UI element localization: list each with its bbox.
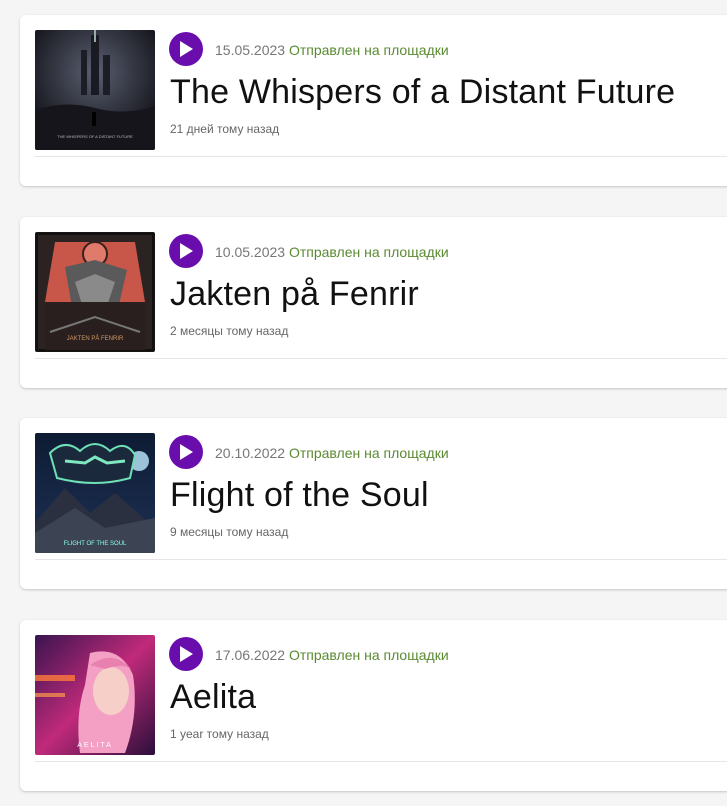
divider (35, 156, 727, 157)
release-card[interactable]: AELITA 17.06.2022 Отправлен на площадки … (20, 620, 727, 791)
release-date: 10.05.2023 (215, 244, 286, 260)
release-status: Отправлен на площадки (288, 647, 449, 663)
release-meta: 15.05.2023 Отправлен на площадки (215, 42, 449, 58)
play-icon (180, 646, 193, 662)
release-card[interactable]: FLIGHT OF THE SOUL 20.10.2022 Отправлен … (20, 418, 727, 589)
release-date: 15.05.2023 (215, 42, 286, 58)
album-cover[interactable]: JAKTEN PÅ FENRIR (35, 232, 155, 352)
svg-text:FLIGHT OF THE SOUL: FLIGHT OF THE SOUL (64, 541, 127, 547)
release-meta: 20.10.2022 Отправлен на площадки (215, 445, 449, 461)
release-age: 21 дней тому назад (170, 122, 280, 136)
release-card[interactable]: JAKTEN PÅ FENRIR 10.05.2023 Отправлен на… (20, 217, 727, 388)
album-cover[interactable]: FLIGHT OF THE SOUL (35, 433, 155, 553)
album-cover[interactable]: THE WHISPERS OF A DISTANT FUTURE (35, 30, 155, 150)
release-title[interactable]: Jakten på Fenrir (170, 275, 419, 314)
divider (35, 761, 727, 762)
play-button[interactable] (169, 435, 203, 469)
release-status: Отправлен на площадки (288, 42, 449, 58)
divider (35, 358, 727, 359)
release-card[interactable]: THE WHISPERS OF A DISTANT FUTURE 15.05.2… (20, 15, 727, 186)
release-age: 2 месяцы тому назад (170, 324, 289, 338)
release-status: Отправлен на площадки (288, 445, 449, 461)
release-title[interactable]: Flight of the Soul (170, 476, 429, 515)
play-button[interactable] (169, 32, 203, 66)
play-button[interactable] (169, 637, 203, 671)
play-button[interactable] (169, 234, 203, 268)
play-icon (180, 444, 193, 460)
svg-text:JAKTEN PÅ FENRIR: JAKTEN PÅ FENRIR (67, 335, 124, 342)
play-icon (180, 243, 193, 259)
release-age: 9 месяцы тому назад (170, 525, 289, 539)
svg-text:THE WHISPERS OF A DISTANT FUTU: THE WHISPERS OF A DISTANT FUTURE (57, 134, 133, 139)
album-cover[interactable]: AELITA (35, 635, 155, 755)
release-title[interactable]: The Whispers of a Distant Future (170, 73, 675, 112)
release-status: Отправлен на площадки (288, 244, 449, 260)
divider (35, 559, 727, 560)
release-date: 20.10.2022 (215, 445, 286, 461)
release-meta: 17.06.2022 Отправлен на площадки (215, 647, 449, 663)
release-title[interactable]: Aelita (170, 678, 256, 717)
release-age: 1 year тому назад (170, 727, 269, 741)
play-icon (180, 41, 193, 57)
release-date: 17.06.2022 (215, 647, 286, 663)
release-meta: 10.05.2023 Отправлен на площадки (215, 244, 449, 260)
svg-text:AELITA: AELITA (77, 742, 113, 749)
